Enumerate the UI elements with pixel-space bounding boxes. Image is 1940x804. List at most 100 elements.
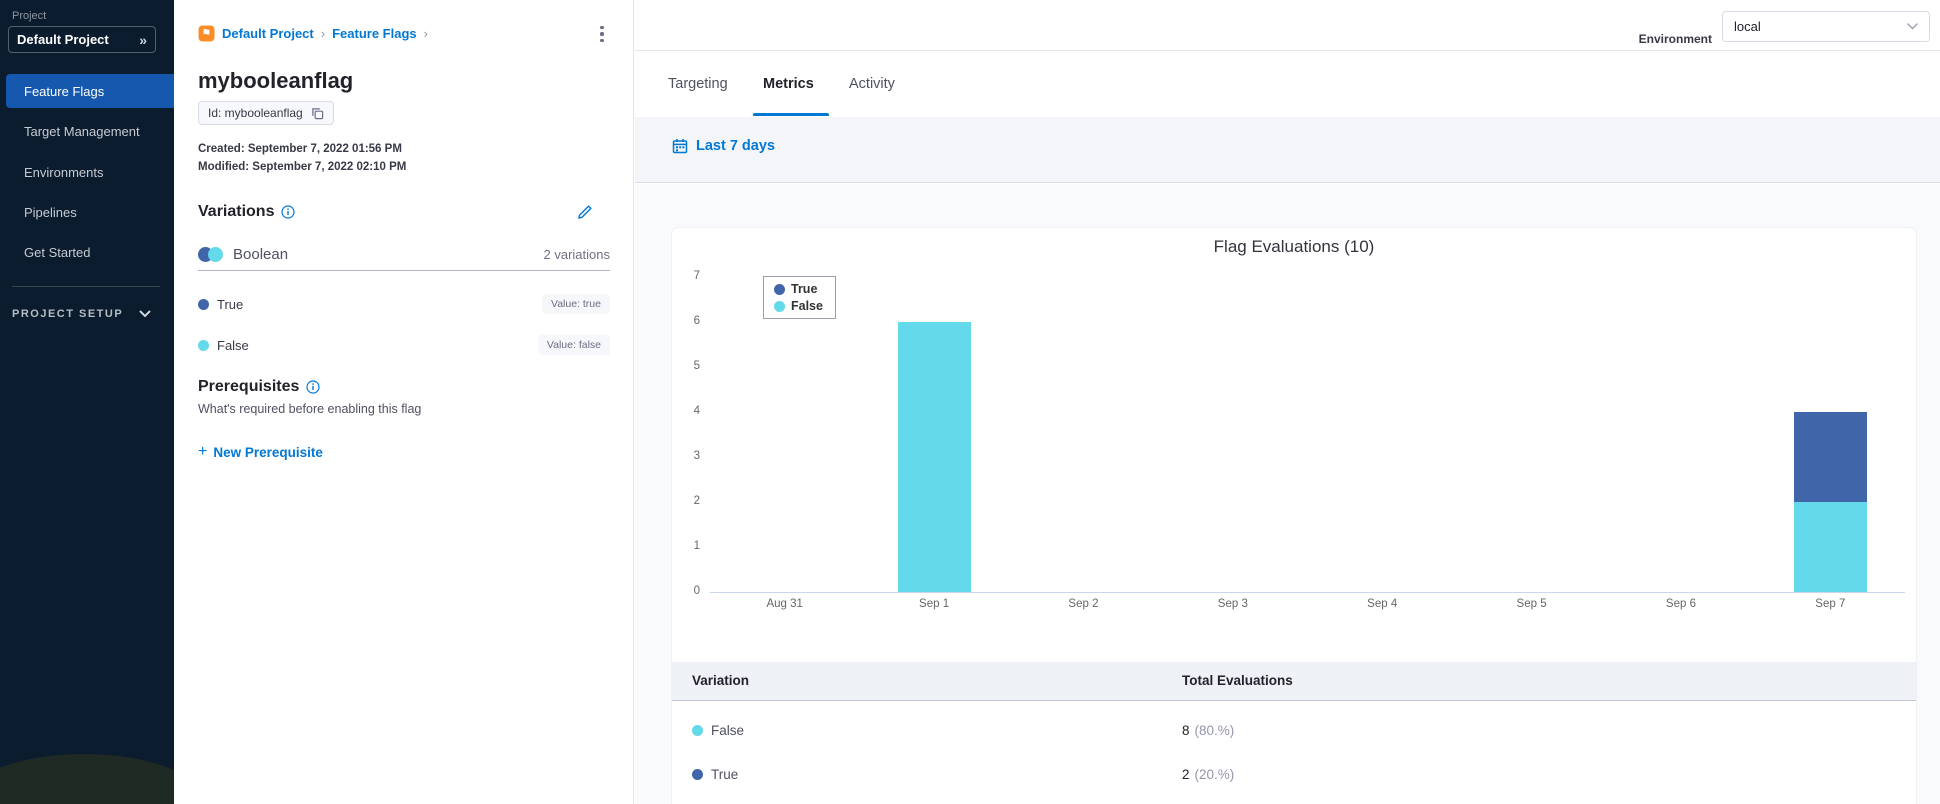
- results-table-header: Variation Total Evaluations: [672, 662, 1916, 701]
- evaluation-percent: (20.%): [1194, 766, 1235, 782]
- x-axis-label: Aug 31: [766, 598, 803, 610]
- sidebar-item-label: Target Management: [24, 123, 140, 139]
- flag-id-badge[interactable]: Id: mybooleanflag: [198, 101, 334, 125]
- flag-detail-panel: Default Project › Feature Flags › mybool…: [174, 0, 634, 804]
- breadcrumb: Default Project › Feature Flags ›: [198, 25, 428, 42]
- tab-targeting[interactable]: Targeting: [668, 51, 728, 117]
- environment-topbar: Environment local: [635, 0, 1940, 51]
- false-legend-dot: [774, 300, 785, 312]
- sidebar-item-label: Environments: [24, 164, 104, 180]
- chart-title: Flag Evaluations (10): [1213, 237, 1375, 256]
- row-variation-name: True: [711, 766, 739, 782]
- true-legend-dot: [774, 283, 785, 295]
- true-variation-dot: [692, 768, 703, 780]
- y-axis-tick-label: 1: [693, 540, 700, 552]
- false-variation-dot: [692, 724, 703, 736]
- new-prerequisite-label: New Prerequisite: [213, 444, 323, 460]
- environment-select[interactable]: local: [1722, 11, 1930, 42]
- chevron-down-icon: [1907, 23, 1918, 30]
- sidebar-item-feature-flags[interactable]: Feature Flags: [6, 74, 174, 108]
- info-icon[interactable]: [306, 380, 320, 394]
- sidebar-item-pipelines[interactable]: Pipelines: [0, 195, 174, 229]
- date-range-button[interactable]: Last 7 days: [672, 138, 775, 154]
- evaluation-percent: (80.%): [1194, 722, 1235, 738]
- bar-segment-false-sep-7[interactable]: [1793, 502, 1867, 592]
- flag-tabs: Targeting Metrics Activity: [635, 51, 1940, 117]
- row-variation-name: False: [711, 722, 745, 738]
- variation-count: 2 variations: [543, 247, 610, 262]
- x-axis-label: Sep 5: [1516, 598, 1547, 610]
- project-selector-value: Default Project: [17, 32, 109, 47]
- sidebar-divider: [12, 286, 160, 287]
- double-chevron-right-icon: »: [139, 31, 147, 48]
- variation-value-badge: Value: false: [537, 335, 610, 355]
- legend-label: False: [791, 299, 823, 313]
- divider: [198, 270, 610, 271]
- created-timestamp: Created: September 7, 2022 01:56 PM: [198, 143, 402, 155]
- table-row-true[interactable]: True 2 (20.%): [672, 752, 1916, 796]
- new-prerequisite-button[interactable]: + New Prerequisite: [198, 443, 323, 461]
- flag-title: mybooleanflag: [198, 68, 354, 93]
- legend-item-true[interactable]: True: [774, 282, 823, 296]
- variation-type-label: Boolean: [233, 246, 289, 263]
- variation-name: True: [217, 296, 244, 312]
- metrics-filter-bar: Last 7 days: [635, 117, 1940, 183]
- x-axis-label: Sep 3: [1217, 598, 1248, 610]
- evaluation-count: 8: [1182, 722, 1190, 738]
- modified-timestamp: Modified: September 7, 2022 02:10 PM: [198, 161, 407, 173]
- project-setup-toggle[interactable]: PROJECT SETUP: [12, 308, 151, 320]
- breadcrumb-project-link[interactable]: Default Project: [222, 26, 314, 41]
- evaluation-count: 2: [1182, 766, 1190, 782]
- y-axis-tick-label: 3: [693, 450, 700, 462]
- info-icon[interactable]: [281, 205, 296, 219]
- variation-type-row: Boolean 2 variations: [198, 246, 610, 263]
- column-header-variation: Variation: [692, 673, 750, 688]
- row-total-evaluations: 8 (80.%): [1182, 708, 1234, 752]
- active-tab-indicator: [753, 113, 829, 116]
- sidebar-item-label: Pipelines: [24, 204, 77, 220]
- tab-metrics[interactable]: Metrics: [763, 51, 814, 117]
- y-axis-tick-label: 2: [693, 495, 700, 507]
- calendar-icon: [672, 138, 688, 154]
- sidebar-item-environments[interactable]: Environments: [0, 155, 174, 189]
- row-total-evaluations: 2 (20.%): [1182, 752, 1234, 796]
- variations-heading: Variations: [198, 203, 296, 221]
- flag-options-menu-button[interactable]: [593, 24, 611, 44]
- y-axis-tick-label: 4: [693, 405, 700, 417]
- edit-variations-button[interactable]: [577, 204, 593, 225]
- project-selector[interactable]: Default Project »: [8, 26, 156, 53]
- sidebar-item-label: Get Started: [24, 244, 91, 260]
- environment-select-value: local: [1734, 19, 1761, 34]
- variation-row-false: False Value: false: [198, 335, 610, 355]
- prerequisites-heading-text: Prerequisites: [198, 378, 300, 395]
- sidebar-item-label: Feature Flags: [24, 83, 105, 99]
- sidebar-item-target-management[interactable]: Target Management: [0, 114, 174, 148]
- sidebar-decoration: [0, 754, 174, 804]
- environment-label: Environment: [1638, 32, 1712, 46]
- feature-flags-module-icon: [198, 25, 215, 42]
- bar-segment-false-sep-1[interactable]: [897, 322, 971, 592]
- x-axis-label: Sep 4: [1367, 598, 1398, 610]
- legend-label: True: [791, 282, 818, 296]
- sidebar-item-get-started[interactable]: Get Started: [0, 235, 174, 269]
- y-axis-tick-label: 6: [693, 315, 700, 327]
- app-window: Project Default Project » Feature Flags …: [0, 0, 1940, 804]
- variations-heading-text: Variations: [198, 203, 275, 220]
- chevron-down-icon: [139, 310, 151, 318]
- variation-name: False: [217, 337, 249, 353]
- breadcrumb-feature-flags-link[interactable]: Feature Flags: [332, 26, 417, 41]
- project-setup-label: PROJECT SETUP: [12, 308, 124, 320]
- legend-item-false[interactable]: False: [774, 299, 823, 313]
- chart-legend: True False: [763, 276, 836, 319]
- copy-icon[interactable]: [311, 107, 324, 120]
- bar-segment-true-sep-7[interactable]: [1793, 412, 1867, 502]
- table-row-false[interactable]: False 8 (80.%): [672, 708, 1916, 752]
- tab-activity[interactable]: Activity: [849, 51, 895, 117]
- breadcrumb-separator: ›: [423, 26, 428, 41]
- plus-icon: +: [198, 443, 208, 460]
- x-axis-label: Sep 7: [1815, 598, 1846, 610]
- variation-value-badge: Value: true: [541, 294, 610, 314]
- y-axis-tick-label: 7: [693, 270, 700, 282]
- date-range-label: Last 7 days: [696, 138, 775, 154]
- boolean-toggle-icon: [198, 247, 223, 262]
